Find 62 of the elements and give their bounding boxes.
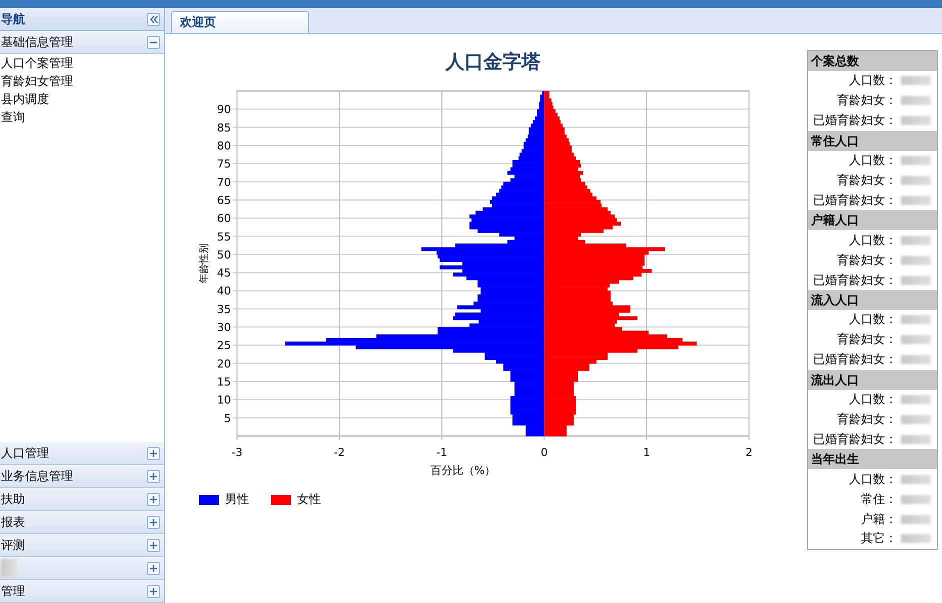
section-heading: 当年出生 — [808, 449, 937, 470]
y-tick-label: 20 — [217, 357, 231, 370]
stat-label: 育龄妇女： — [837, 411, 897, 428]
x-tick-label: -3 — [232, 446, 242, 459]
section-label: 管理 — [1, 582, 25, 600]
section-label: 扶助 — [1, 490, 25, 508]
section-label: 基础信息管理 — [1, 34, 73, 50]
x-tick-label: 1 — [643, 446, 650, 459]
x-tick-label: -2 — [334, 446, 345, 459]
stat-label: 户籍： — [861, 510, 897, 528]
stat-label: 已婚育龄妇女： — [813, 430, 897, 448]
stat-label: 人口数： — [849, 232, 897, 249]
stat-label: 育龄妇女： — [837, 331, 897, 348]
y-tick-label: 40 — [217, 284, 231, 298]
y-tick-label: 80 — [217, 139, 231, 152]
y-tick-label: 45 — [217, 266, 231, 280]
stat-label: 其它： — [861, 530, 897, 548]
stat-label: 育龄妇女： — [837, 252, 897, 269]
chart-title: 人口金字塔 — [446, 51, 540, 73]
y-tick-label: 60 — [217, 212, 231, 226]
y-tick-label: 70 — [217, 176, 231, 189]
stat-label: 人口数： — [849, 311, 897, 328]
y-tick-label: 65 — [217, 194, 231, 207]
stat-label: 已婚育龄妇女： — [813, 351, 897, 368]
section-heading: 户籍人口 — [808, 210, 937, 230]
stat-label: 人口数： — [849, 470, 897, 488]
y-tick-label: 35 — [217, 302, 231, 316]
y-tick-label: 50 — [217, 248, 231, 262]
section-label: 报表 — [1, 514, 25, 530]
y-tick-label: 75 — [217, 158, 231, 171]
stat-label: 人口数： — [849, 72, 897, 90]
stat-label: 人口数： — [849, 152, 897, 170]
stat-label: 已婚育龄妇女： — [813, 192, 897, 209]
y-tick-label: 30 — [217, 321, 231, 334]
stat-label: 常住： — [861, 490, 897, 508]
legend-label: 女性 — [297, 491, 321, 508]
section-heading: 个案总数 — [808, 51, 937, 71]
x-axis-title: 百分比（%） — [430, 464, 496, 477]
section-label: 评测 — [1, 536, 25, 554]
y-tick-label: 5 — [224, 412, 231, 425]
stat-label: 育龄妇女： — [837, 92, 897, 110]
stat-label: 人口数： — [849, 391, 897, 408]
section-heading: 常住人口 — [808, 130, 937, 151]
y-axis-title: 年龄性别 — [199, 244, 210, 284]
section-heading: 流出人口 — [808, 370, 937, 390]
y-tick-label: 10 — [217, 394, 231, 407]
y-tick-label: 55 — [217, 230, 231, 244]
stat-label: 育龄妇女： — [837, 172, 897, 189]
stat-label: 已婚育龄妇女： — [813, 272, 897, 289]
x-tick-label: 2 — [746, 446, 752, 459]
y-tick-label: 25 — [217, 339, 231, 352]
x-tick-label: 0 — [540, 446, 548, 459]
legend-label: 男性 — [225, 491, 249, 508]
stat-label: 已婚育龄妇女： — [813, 112, 897, 130]
y-tick-label: 85 — [217, 121, 231, 134]
sidebar-title: 导航 — [1, 10, 25, 28]
section-heading: 流入人口 — [808, 290, 937, 310]
section-label: 人口管理 — [1, 444, 49, 462]
section-label: 业务信息管理 — [1, 468, 73, 484]
y-tick-label: 15 — [217, 376, 231, 389]
y-tick-label: 90 — [217, 103, 231, 116]
x-tick-label: -1 — [436, 446, 448, 459]
